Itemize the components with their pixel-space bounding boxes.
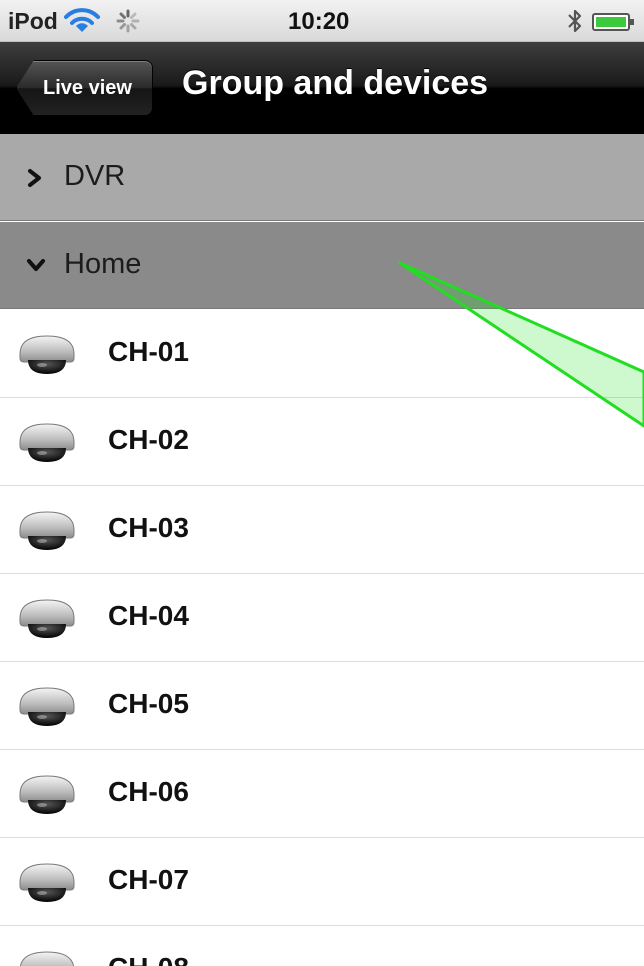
device-row-ch-08[interactable]: CH-08 [0,926,644,966]
dome-camera-icon [16,860,78,909]
device-label: CH-03 [108,512,189,543]
group-label-dvr: DVR [64,160,126,192]
battery-icon [592,12,636,37]
navigation-bar: Live view Group and devices [0,42,644,134]
carrier-label: iPod [8,8,58,34]
device-row-ch-04[interactable]: CH-04 [0,574,644,662]
device-row-ch-06[interactable]: CH-06 [0,750,644,838]
dome-camera-icon [16,772,78,821]
group-header-home[interactable]: Home [0,222,644,309]
device-row-ch-01[interactable]: CH-01 [0,310,644,398]
device-list: CH-01 CH-02 CH-03 CH-04 CH-05 CH-06 CH-0… [0,310,644,966]
device-label: CH-06 [108,776,189,807]
status-time: 10:20 [288,8,350,35]
wifi-icon [62,8,102,39]
dome-camera-icon [16,420,78,469]
dome-camera-icon [16,508,78,557]
device-row-ch-02[interactable]: CH-02 [0,398,644,486]
device-row-ch-07[interactable]: CH-07 [0,838,644,926]
device-label: CH-01 [108,336,189,367]
chevron-right-icon [26,168,44,193]
bluetooth-icon [566,8,584,39]
device-label: CH-08 [108,952,189,966]
device-label: CH-05 [108,688,189,719]
device-label: CH-07 [108,864,189,895]
chevron-down-icon [26,256,46,279]
activity-spinner-icon [116,9,140,38]
dome-camera-icon [16,684,78,733]
device-row-ch-03[interactable]: CH-03 [0,486,644,574]
device-row-ch-05[interactable]: CH-05 [0,662,644,750]
dome-camera-icon [16,332,78,381]
device-label: CH-02 [108,424,189,455]
dome-camera-icon [16,948,78,966]
group-header-dvr[interactable]: DVR [0,134,644,221]
page-title: Group and devices [182,64,489,102]
device-label: CH-04 [108,600,189,631]
app-screen: iPod 10:20 Live view Group and devices D… [0,0,644,966]
group-label-home: Home [64,248,142,280]
dome-camera-icon [16,596,78,645]
status-bar: iPod 10:20 [0,0,644,42]
live-view-back-button[interactable]: Live view [16,60,153,116]
